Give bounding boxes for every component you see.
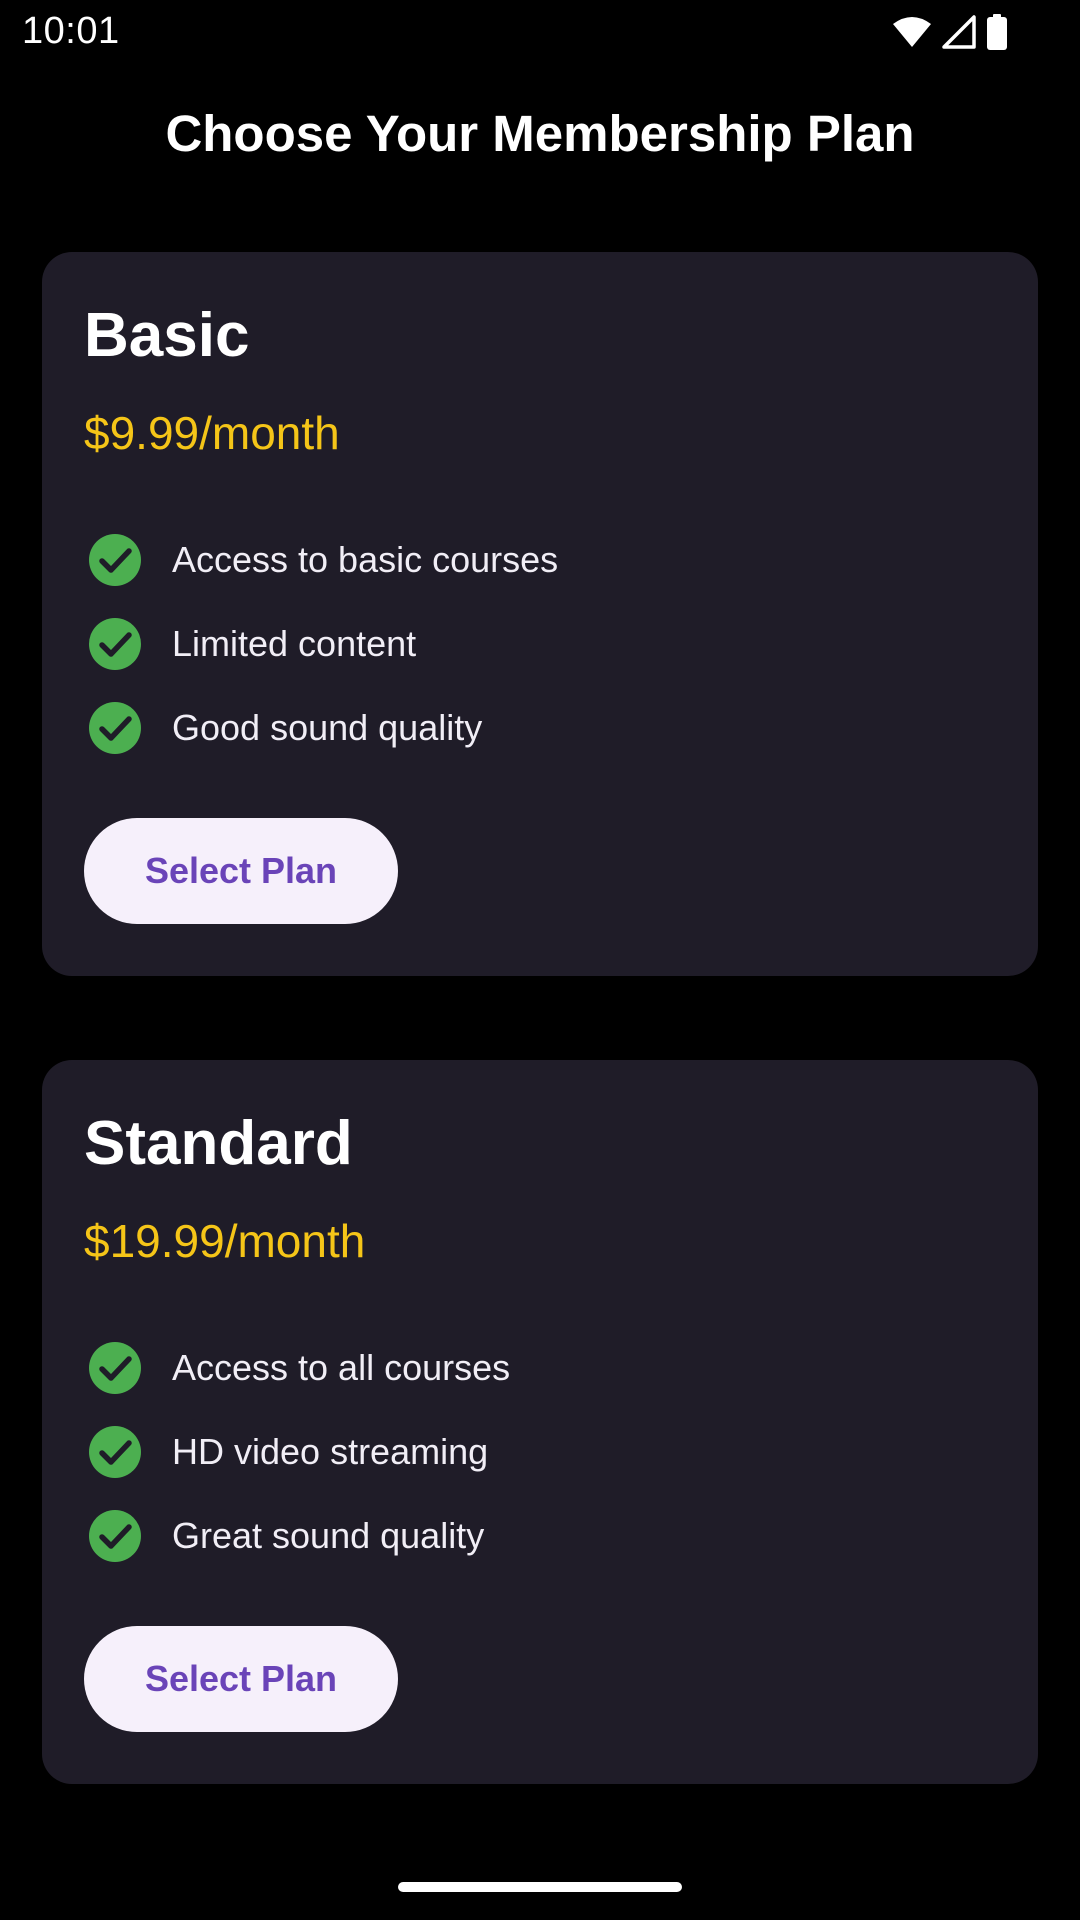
feature-item: Great sound quality: [88, 1494, 510, 1578]
feature-list: Access to all courses HD video streaming…: [88, 1326, 510, 1578]
feature-text: Good sound quality: [172, 707, 483, 748]
plan-card-standard: Standard $19.99/month Access to all cour…: [42, 1060, 1038, 1784]
check-circle-icon: [89, 1342, 141, 1394]
feature-text: HD video streaming: [172, 1431, 489, 1472]
status-time: 10:01: [22, 10, 120, 52]
plan-card-basic: Basic $9.99/month Access to basic course…: [42, 252, 1038, 976]
feature-item: HD video streaming: [88, 1410, 510, 1494]
plan-name: Standard: [84, 1109, 353, 1178]
feature-item: Access to basic courses: [88, 518, 558, 602]
page-title: Choose Your Membership Plan: [165, 105, 915, 162]
plan-name: Basic: [84, 301, 250, 370]
feature-item: Limited content: [88, 602, 558, 686]
feature-text: Limited content: [172, 623, 417, 664]
feature-list: Access to basic courses Limited content …: [88, 518, 558, 770]
cell-signal-icon: [942, 15, 976, 49]
battery-icon: [986, 14, 1008, 50]
select-plan-button-basic[interactable]: Select Plan: [84, 818, 398, 924]
check-circle-icon: [89, 534, 141, 586]
check-circle-icon: [89, 702, 141, 754]
status-bar: 10:01: [0, 0, 1080, 64]
feature-text: Great sound quality: [172, 1515, 485, 1556]
feature-text: Access to all courses: [172, 1347, 511, 1388]
feature-item: Good sound quality: [88, 686, 558, 770]
plan-price: $9.99/month: [84, 407, 340, 459]
check-circle-icon: [89, 1426, 141, 1478]
status-icons: [892, 12, 1008, 52]
home-indicator[interactable]: [398, 1882, 682, 1892]
plan-price: $19.99/month: [84, 1215, 366, 1267]
feature-item: Access to all courses: [88, 1326, 510, 1410]
check-circle-icon: [89, 618, 141, 670]
feature-text: Access to basic courses: [172, 539, 559, 580]
wifi-icon: [892, 16, 932, 48]
check-circle-icon: [89, 1510, 141, 1562]
select-plan-button-standard[interactable]: Select Plan: [84, 1626, 398, 1732]
